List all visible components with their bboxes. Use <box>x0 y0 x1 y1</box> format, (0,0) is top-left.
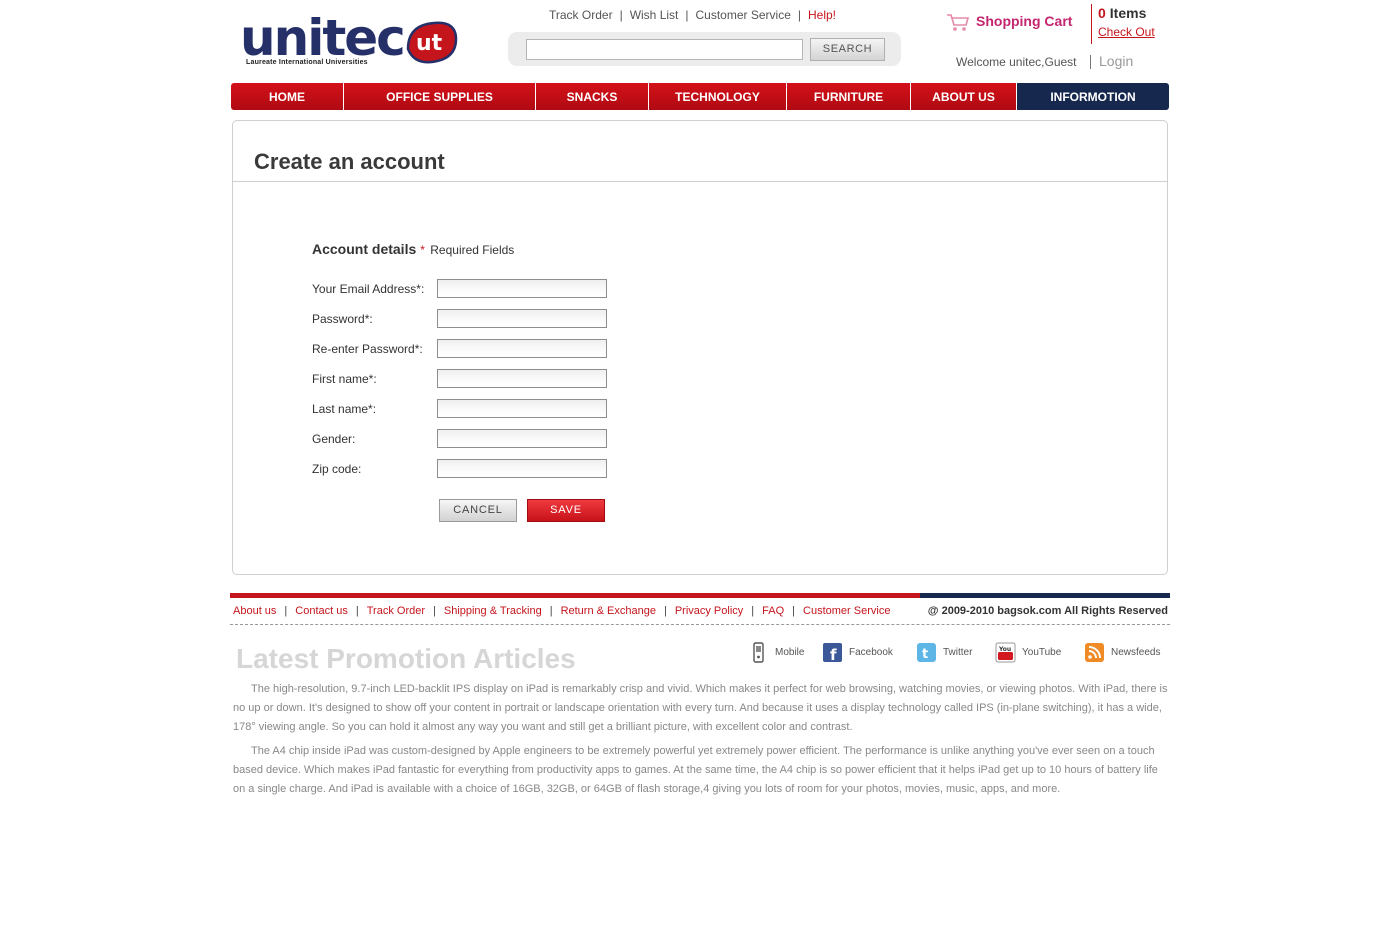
customer-service-link[interactable]: Customer Service <box>696 8 791 22</box>
required-star: * <box>420 243 425 257</box>
page-title: Create an account <box>254 149 445 174</box>
search-bar: SEARCH <box>508 32 901 66</box>
promo-paragraph: The high-resolution, 9.7-inch LED-backli… <box>233 683 1168 733</box>
separator: | <box>792 605 796 617</box>
nav-item-home[interactable]: HOME <box>231 83 344 110</box>
section-title: Account details <box>312 241 417 257</box>
logo-badge-icon: ut <box>406 21 458 64</box>
social-mobile[interactable]: Mobile <box>748 640 804 664</box>
login-link[interactable]: Login <box>1099 53 1133 69</box>
social-label: Facebook <box>849 646 893 658</box>
gender-field[interactable] <box>437 429 607 448</box>
create-account-panel: Create an account Account details * Requi… <box>232 120 1168 575</box>
nav-item-about-us[interactable]: ABOUT US <box>911 83 1017 110</box>
separator: | <box>619 8 623 22</box>
footer-link-shipping-tracking[interactable]: Shipping & Tracking <box>444 605 542 617</box>
password-label: Password*: <box>312 312 373 326</box>
footer-bar-red <box>230 593 920 598</box>
nav-item-technology[interactable]: TECHNOLOGY <box>649 83 787 110</box>
confirm-password-field[interactable] <box>437 339 607 358</box>
zip-code-field[interactable] <box>437 459 607 478</box>
footer-bar-navy <box>920 593 1170 598</box>
separator: | <box>663 605 667 617</box>
account-details-heading: Account details * Required Fields <box>312 241 514 257</box>
main-nav: HOME OFFICE SUPPLIES SNACKS TECHNOLOGY F… <box>231 83 1169 110</box>
mobile-icon <box>753 641 764 663</box>
footer-dashed-divider <box>230 624 1170 625</box>
checkout-link[interactable]: Check Out <box>1098 25 1155 39</box>
save-button[interactable]: SAVE <box>527 499 605 522</box>
footer-link-return-exchange[interactable]: Return & Exchange <box>561 605 656 617</box>
cart-count-number: 0 <box>1098 5 1106 21</box>
social-facebook[interactable]: f Facebook <box>822 640 893 664</box>
social-newsfeeds[interactable]: Newsfeeds <box>1084 640 1160 664</box>
separator: | <box>797 8 801 22</box>
gender-label: Gender: <box>312 432 356 446</box>
footer-link-faq[interactable]: FAQ <box>762 605 784 617</box>
nav-item-office-supplies[interactable]: OFFICE SUPPLIES <box>344 83 536 110</box>
cancel-button[interactable]: CANCEL <box>439 499 517 522</box>
footer-link-about-us[interactable]: About us <box>233 605 276 617</box>
logo-tagline: Laureate International Universities <box>246 59 368 66</box>
last-name-field[interactable] <box>437 399 607 418</box>
confirm-password-label: Re-enter Password*: <box>312 342 423 356</box>
welcome-text: Welcome unitec,Guest <box>956 55 1077 69</box>
last-name-label: Last name*: <box>312 402 377 416</box>
social-label: Twitter <box>943 646 973 658</box>
youtube-icon: You <box>995 642 1016 662</box>
promo-paragraph: The A4 chip inside iPad was custom-desig… <box>233 745 1158 795</box>
first-name-label: First name*: <box>312 372 377 386</box>
social-label: YouTube <box>1022 646 1062 658</box>
footer-link-contact-us[interactable]: Contact us <box>295 605 348 617</box>
promo-title: Latest Promotion Articles <box>236 643 576 674</box>
header-divider <box>1091 4 1092 44</box>
separator: | <box>549 605 553 617</box>
zip-code-label: Zip code: <box>312 462 362 476</box>
social-label: Mobile <box>775 646 805 658</box>
separator: | <box>284 605 288 617</box>
nav-item-snacks[interactable]: SNACKS <box>536 83 649 110</box>
separator: | <box>685 8 689 22</box>
separator: | <box>355 605 359 617</box>
rss-icon <box>1085 642 1104 662</box>
footer-link-track-order[interactable]: Track Order <box>367 605 425 617</box>
title-divider <box>233 181 1167 182</box>
social-youtube[interactable]: You YouTube <box>995 640 1061 664</box>
required-note: Required Fields <box>430 243 515 257</box>
cart-item-count: 0 Items <box>1098 5 1146 21</box>
track-order-link[interactable]: Track Order <box>549 8 613 22</box>
separator: | <box>751 605 755 617</box>
social-label: Newsfeeds <box>1111 646 1161 658</box>
help-link[interactable]: Help! <box>808 8 836 22</box>
svg-text:You: You <box>998 646 1011 653</box>
search-button[interactable]: SEARCH <box>810 38 885 61</box>
first-name-field[interactable] <box>437 369 607 388</box>
footer-link-privacy-policy[interactable]: Privacy Policy <box>675 605 743 617</box>
footer-link-customer-service[interactable]: Customer Service <box>803 605 890 617</box>
shopping-cart-link[interactable]: Shopping Cart <box>976 13 1072 29</box>
nav-item-furniture[interactable]: FURNITURE <box>787 83 911 110</box>
top-links: Track Order | Wish List | Customer Service | H… <box>549 8 836 22</box>
footer-links: About us | Contact us | Track Order | Shipping… <box>233 605 890 617</box>
nav-item-information[interactable]: INFORMOTION <box>1017 83 1169 110</box>
wish-list-link[interactable]: Wish List <box>630 8 679 22</box>
site-logo[interactable]: unitec ut Laureate International Univers… <box>240 9 460 72</box>
cart-count-label: Items <box>1109 5 1147 21</box>
copyright-text: @ 2009-2010 bagsok.com All Rights Reserv… <box>927 605 1168 617</box>
twitter-icon: t <box>917 642 936 662</box>
email-field[interactable] <box>437 279 607 298</box>
cart-icon[interactable] <box>946 12 970 32</box>
separator: | <box>433 605 436 617</box>
social-twitter[interactable]: t Twitter <box>916 640 972 664</box>
login-divider <box>1090 55 1091 69</box>
email-label: Your Email Address*: <box>312 282 425 296</box>
facebook-icon: f <box>823 642 842 663</box>
svg-text:t: t <box>922 647 928 662</box>
svg-text:ut: ut <box>416 31 443 56</box>
search-input[interactable] <box>526 39 803 60</box>
password-field[interactable] <box>437 309 607 328</box>
svg-text:f: f <box>830 646 837 663</box>
